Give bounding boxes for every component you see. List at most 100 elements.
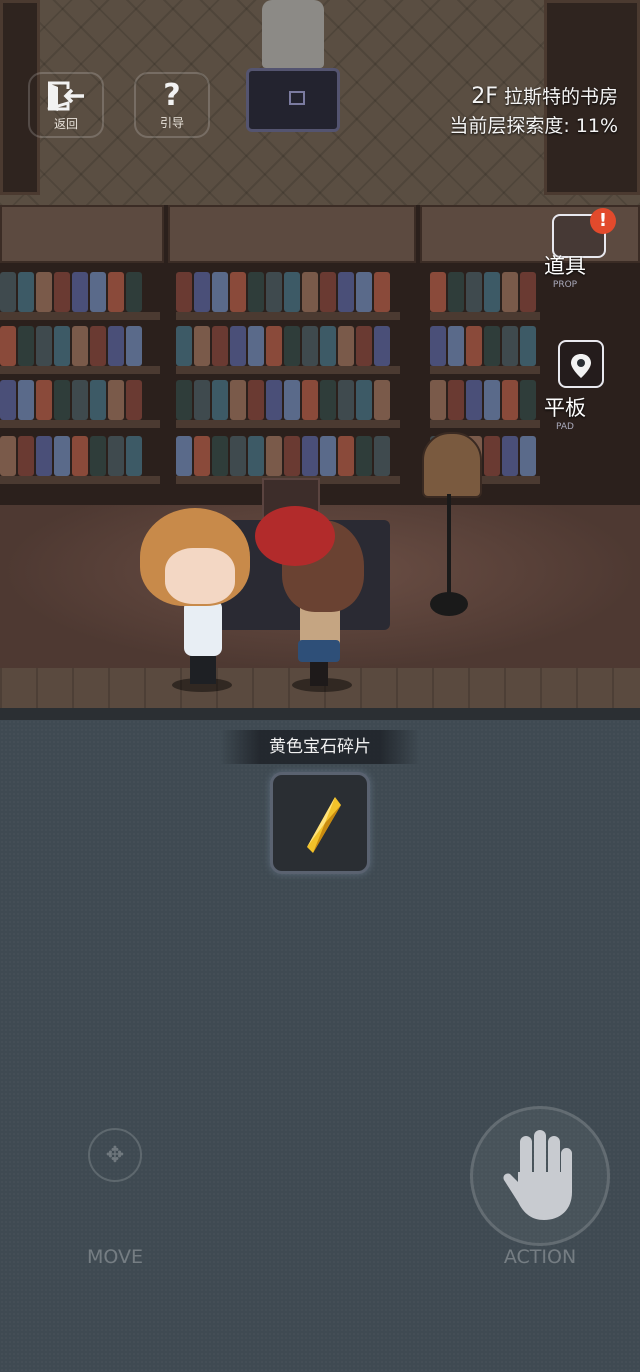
pad-button[interactable]: 平板 PAD <box>520 392 610 432</box>
book <box>36 436 52 476</box>
book <box>230 380 246 420</box>
lamp-base <box>430 592 468 616</box>
location-name: 拉斯特的书房 <box>503 86 618 108</box>
book-row <box>176 272 400 312</box>
inventory-slot[interactable] <box>270 772 370 874</box>
pad-sublabel: PAD <box>556 422 574 432</box>
book <box>520 326 536 366</box>
book <box>320 436 336 476</box>
book <box>126 326 142 366</box>
book <box>54 272 70 312</box>
book <box>466 380 482 420</box>
book <box>176 326 192 366</box>
book <box>72 326 88 366</box>
book <box>502 272 518 312</box>
girl-skirt <box>298 640 340 662</box>
treasure-chest[interactable] <box>246 68 340 132</box>
book <box>0 272 16 312</box>
book <box>126 436 142 476</box>
book <box>108 436 124 476</box>
book <box>248 436 264 476</box>
book <box>212 326 228 366</box>
prop-button[interactable]: 道具 PROP <box>520 250 610 290</box>
boy-legs <box>190 652 216 684</box>
girl-legs <box>310 660 328 686</box>
lamp-pole <box>447 494 451 596</box>
book <box>126 272 142 312</box>
book <box>502 326 518 366</box>
book <box>36 380 52 420</box>
book <box>54 436 70 476</box>
shelf-plank <box>0 312 160 320</box>
book <box>90 436 106 476</box>
map-pin-icon <box>558 340 604 388</box>
book <box>302 436 318 476</box>
book <box>176 272 192 312</box>
book <box>18 436 34 476</box>
book <box>374 436 390 476</box>
action-button[interactable] <box>470 1106 610 1246</box>
book-row <box>0 326 160 366</box>
hand-icon <box>503 1130 572 1220</box>
book <box>466 326 482 366</box>
book <box>338 436 354 476</box>
statue <box>262 0 324 68</box>
book <box>484 272 500 312</box>
book-row <box>176 436 400 476</box>
book <box>374 272 390 312</box>
book <box>230 436 246 476</box>
book <box>230 272 246 312</box>
book <box>266 380 282 420</box>
book <box>302 380 318 420</box>
book <box>230 326 246 366</box>
book <box>430 380 446 420</box>
back-button[interactable]: 返回 <box>28 72 104 138</box>
back-label: 返回 <box>53 116 78 131</box>
book <box>284 436 300 476</box>
book <box>0 380 16 420</box>
guide-button[interactable]: ? 引导 <box>134 72 210 138</box>
pad-label: 平板 <box>544 396 586 420</box>
book <box>448 272 464 312</box>
book <box>108 272 124 312</box>
book <box>90 326 106 366</box>
shelf-plank <box>176 420 400 428</box>
book <box>448 326 464 366</box>
book <box>356 436 372 476</box>
book-row <box>176 326 400 366</box>
move-joystick[interactable]: ✥ <box>88 1128 142 1182</box>
shelf-plank <box>0 476 160 484</box>
book <box>36 272 52 312</box>
guide-label: 引导 <box>159 115 184 130</box>
book <box>484 436 500 476</box>
book <box>248 326 264 366</box>
book <box>194 272 210 312</box>
book <box>194 326 210 366</box>
floor-number: 2F <box>471 84 498 109</box>
game-scene[interactable]: 返回 ? 引导 2F 拉斯特的书房 当前层探索度: 11% ! 道具 PROP … <box>0 0 640 716</box>
book <box>266 436 282 476</box>
book <box>54 380 70 420</box>
book <box>374 380 390 420</box>
action-label: ACTION <box>503 1246 577 1268</box>
book <box>374 326 390 366</box>
book <box>338 380 354 420</box>
book <box>176 380 192 420</box>
book <box>502 436 518 476</box>
book <box>484 326 500 366</box>
book <box>176 436 192 476</box>
exploration-label: 当前层探索度: <box>449 115 570 137</box>
book-row <box>430 326 540 366</box>
book <box>194 380 210 420</box>
shelf-plank <box>430 312 540 320</box>
alert-badge: ! <box>590 208 616 234</box>
book <box>356 326 372 366</box>
question-mark-icon: ? <box>163 77 181 113</box>
book <box>54 326 70 366</box>
book-row <box>0 272 160 312</box>
book <box>284 272 300 312</box>
book <box>266 326 282 366</box>
book <box>36 326 52 366</box>
book <box>284 326 300 366</box>
book-row <box>176 380 400 420</box>
